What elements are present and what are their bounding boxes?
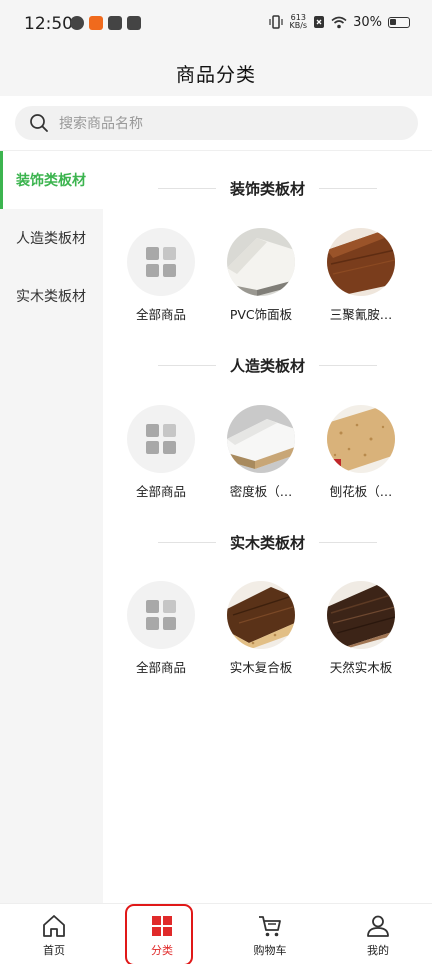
product-label: 天然实木板 bbox=[329, 660, 393, 675]
product-grid: 全部商品 实木复合板 天然实木板 bbox=[103, 581, 432, 676]
sidebar-item-label: 装饰类板材 bbox=[16, 173, 86, 189]
tab-label: 首页 bbox=[43, 944, 65, 957]
grid-icon bbox=[127, 228, 195, 296]
tab-label: 我的 bbox=[367, 944, 389, 957]
product-tile[interactable]: 天然实木板 bbox=[311, 581, 411, 676]
product-grid: 全部商品 密度板（… 刨花板（… bbox=[103, 405, 432, 500]
home-icon bbox=[43, 915, 65, 937]
search-input[interactable]: 搜索商品名称 bbox=[15, 106, 418, 140]
product-label: 实木复合板 bbox=[229, 660, 293, 675]
tab-cart[interactable]: 购物车 bbox=[216, 904, 324, 964]
sidebar-item-label: 实木类板材 bbox=[16, 289, 86, 305]
page-header: 商品分类 bbox=[0, 50, 432, 96]
product-label: 全部商品 bbox=[135, 660, 186, 675]
product-tile-all[interactable]: 全部商品 bbox=[111, 228, 211, 323]
section-header: 人造类板材 bbox=[103, 353, 432, 377]
sidebar-item-solid-wood-boards[interactable]: 实木类板材 bbox=[0, 267, 103, 325]
divider bbox=[319, 187, 377, 189]
tab-home[interactable]: 首页 bbox=[0, 904, 108, 964]
status-bar: 12:50 613 KB/s 30% bbox=[0, 0, 432, 50]
product-tile[interactable]: PVC饰面板 bbox=[211, 228, 311, 323]
mail-notification-icon bbox=[127, 16, 141, 30]
status-time: 12:50 bbox=[24, 14, 73, 34]
search-bar: 搜索商品名称 bbox=[0, 96, 432, 151]
page-title: 商品分类 bbox=[175, 63, 256, 86]
active-tab-highlight bbox=[125, 904, 193, 964]
product-label: 全部商品 bbox=[135, 484, 186, 499]
pvc-panel-thumbnail bbox=[227, 228, 295, 296]
density-board-thumbnail bbox=[227, 405, 295, 473]
divider bbox=[319, 541, 377, 543]
battery-icon bbox=[388, 16, 410, 28]
product-label: 全部商品 bbox=[135, 307, 186, 322]
category-content: 装饰类板材 全部商品 PVC饰面板 三聚氰胺… 人造类板材 全部商品 密度板（…… bbox=[103, 151, 432, 903]
section-title: 实木类板材 bbox=[229, 533, 305, 552]
product-tile[interactable]: 三聚氰胺… bbox=[311, 228, 411, 323]
particle-board-thumbnail bbox=[327, 405, 395, 473]
battery-percent: 30% bbox=[353, 14, 382, 30]
section-header: 装饰类板材 bbox=[103, 176, 432, 200]
composite-wood-thumbnail bbox=[227, 581, 295, 649]
product-label: 三聚氰胺… bbox=[329, 307, 393, 322]
message-notification-icon bbox=[108, 16, 122, 30]
product-label: 密度板（… bbox=[229, 484, 293, 499]
section-title: 装饰类板材 bbox=[229, 179, 305, 198]
network-speed-unit: KB/s bbox=[289, 21, 308, 30]
sidebar-item-label: 人造类板材 bbox=[16, 231, 86, 247]
bottom-tab-bar: 首页 分类 购物车 我的 bbox=[0, 903, 432, 964]
no-sim-icon bbox=[314, 16, 325, 28]
grid-icon bbox=[127, 581, 195, 649]
search-icon bbox=[30, 114, 48, 132]
cart-icon bbox=[259, 916, 281, 937]
tab-profile[interactable]: 我的 bbox=[324, 904, 432, 964]
user-icon bbox=[367, 915, 389, 937]
notification-icons bbox=[70, 16, 141, 30]
sidebar-item-engineered-boards[interactable]: 人造类板材 bbox=[0, 209, 103, 267]
product-tile[interactable]: 刨花板（… bbox=[311, 405, 411, 500]
app-notification-icon bbox=[70, 16, 84, 30]
solid-wood-thumbnail bbox=[327, 581, 395, 649]
wifi-icon bbox=[331, 16, 347, 28]
taobao-notification-icon bbox=[89, 16, 103, 30]
sidebar-item-decorative-boards[interactable]: 装饰类板材 bbox=[0, 151, 103, 209]
product-grid: 全部商品 PVC饰面板 三聚氰胺… bbox=[103, 228, 432, 323]
divider bbox=[157, 187, 216, 189]
product-tile[interactable]: 密度板（… bbox=[211, 405, 311, 500]
divider bbox=[157, 541, 216, 543]
product-label: 刨花板（… bbox=[329, 484, 393, 499]
divider bbox=[157, 364, 216, 366]
status-right: 613 KB/s 30% bbox=[269, 14, 410, 30]
section-title: 人造类板材 bbox=[229, 356, 305, 375]
product-tile-all[interactable]: 全部商品 bbox=[111, 581, 211, 676]
product-label: PVC饰面板 bbox=[229, 307, 293, 322]
search-placeholder: 搜索商品名称 bbox=[59, 116, 143, 132]
tab-label: 购物车 bbox=[253, 944, 287, 957]
divider bbox=[319, 364, 377, 366]
category-sidebar: 装饰类板材 人造类板材 实木类板材 bbox=[0, 151, 103, 903]
grid-icon bbox=[127, 405, 195, 473]
product-tile-all[interactable]: 全部商品 bbox=[111, 405, 211, 500]
vibrate-icon bbox=[269, 15, 284, 29]
network-speed: 613 KB/s bbox=[289, 14, 307, 30]
section-header: 实木类板材 bbox=[103, 530, 432, 554]
melamine-board-thumbnail bbox=[327, 228, 395, 296]
product-tile[interactable]: 实木复合板 bbox=[211, 581, 311, 676]
